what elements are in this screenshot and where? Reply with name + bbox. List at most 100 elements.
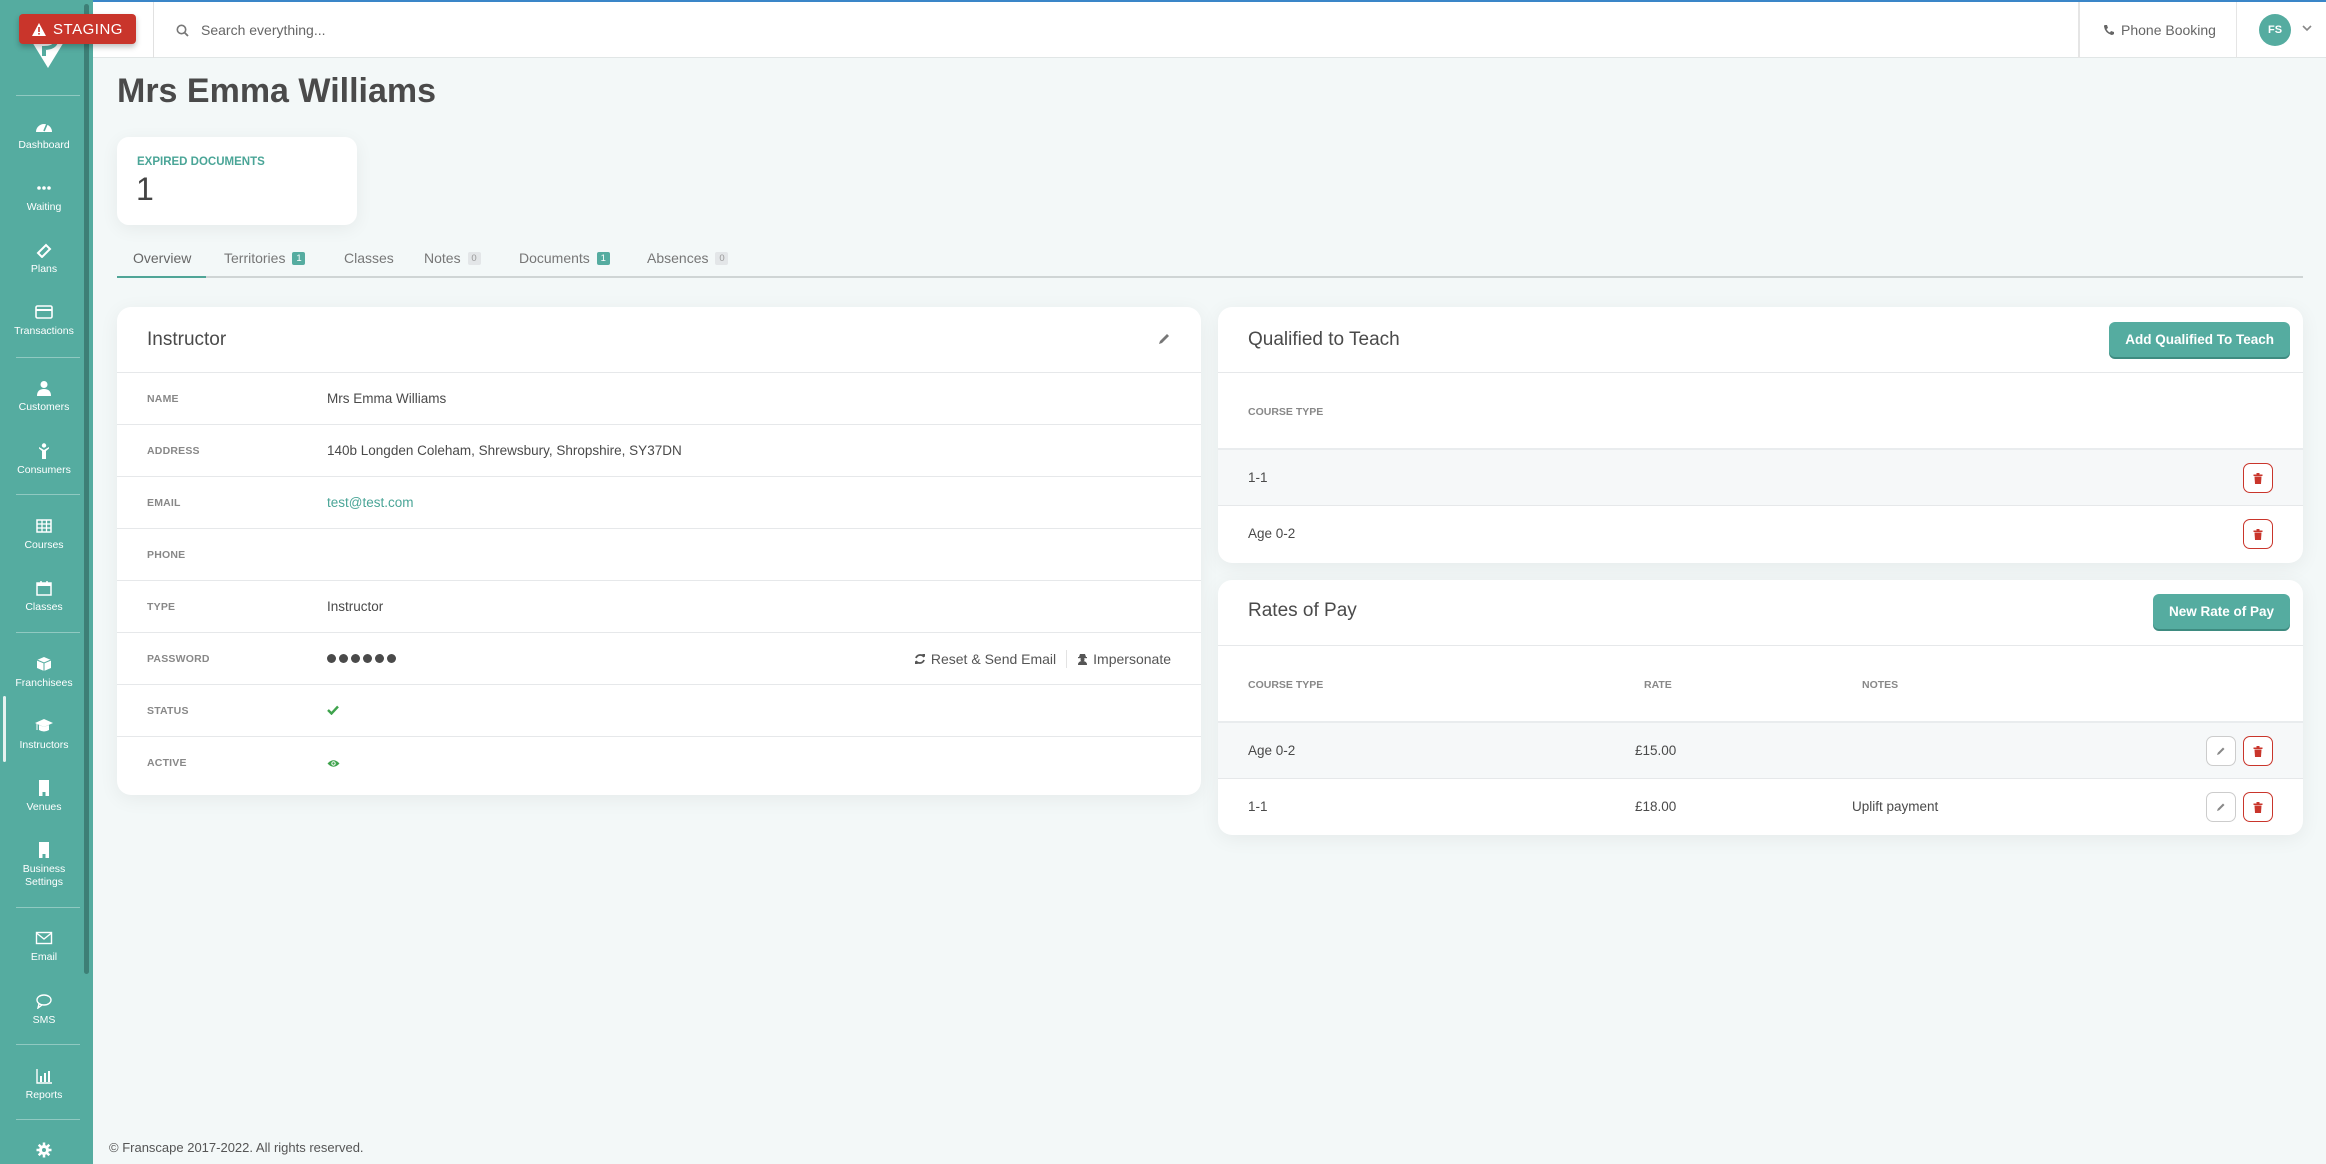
expired-documents-card: EXPIRED DOCUMENTS 1 bbox=[117, 137, 357, 225]
trash-icon bbox=[2253, 528, 2263, 540]
topbar-divider bbox=[153, 2, 154, 58]
delete-button[interactable] bbox=[2243, 792, 2273, 822]
sidebar-item-label: Franchisees bbox=[15, 677, 73, 689]
sidebar-item-courses[interactable]: Courses bbox=[0, 518, 88, 552]
new-rate-of-pay-button[interactable]: New Rate of Pay bbox=[2152, 594, 2290, 629]
field-label: TYPE bbox=[147, 600, 176, 613]
sidebar-item-classes[interactable]: Classes bbox=[0, 580, 88, 614]
sidebar-item-settings[interactable] bbox=[0, 1142, 88, 1163]
tab-notes[interactable]: Notes 0 bbox=[424, 250, 481, 266]
sidebar-item-waiting[interactable]: Waiting bbox=[0, 180, 88, 214]
gear-icon bbox=[36, 1142, 52, 1158]
staging-label: STAGING bbox=[53, 20, 123, 38]
tab-overview[interactable]: Overview bbox=[133, 250, 191, 266]
sidebar: Dashboard Waiting Plans Transactions Cus… bbox=[0, 0, 93, 1164]
user-icon bbox=[37, 381, 51, 396]
field-value: 140b Longden Coleham, Shrewsbury, Shrops… bbox=[327, 443, 682, 458]
user-avatar[interactable]: FS bbox=[2259, 14, 2291, 46]
sidebar-item-consumers[interactable]: Consumers bbox=[0, 443, 88, 477]
reset-label: Reset & Send Email bbox=[930, 650, 1057, 667]
tab-documents[interactable]: Documents 1 bbox=[519, 250, 610, 266]
eye-icon bbox=[327, 759, 340, 767]
sidebar-item-venues[interactable]: Venues bbox=[0, 780, 88, 814]
sidebar-item-label: Transactions bbox=[14, 325, 74, 337]
tab-label: Absences bbox=[647, 250, 709, 266]
sidebar-item-instructors[interactable]: Instructors bbox=[0, 696, 88, 762]
field-label: STATUS bbox=[147, 704, 189, 717]
impersonate-button[interactable]: Impersonate bbox=[1077, 651, 1171, 667]
search-input[interactable] bbox=[201, 22, 901, 38]
sidebar-item-customers[interactable]: Customers bbox=[0, 380, 88, 414]
detail-row-password: PASSWORD Reset & Send Email Impersonate bbox=[117, 633, 1201, 685]
delete-button[interactable] bbox=[2243, 463, 2273, 493]
sidebar-item-label: Reports bbox=[25, 1089, 63, 1101]
field-label: ACTIVE bbox=[147, 757, 187, 769]
sidebar-item-business-settings[interactable]: Business Settings bbox=[0, 842, 88, 889]
table-header: COURSE TYPE RATE NOTES bbox=[1218, 646, 2303, 723]
graduation-cap-icon bbox=[35, 719, 53, 732]
delete-button[interactable] bbox=[2243, 519, 2273, 549]
edit-button[interactable] bbox=[2206, 736, 2236, 766]
trash-icon bbox=[2253, 801, 2263, 813]
action-divider bbox=[1066, 649, 1068, 668]
sidebar-item-plans[interactable]: Plans bbox=[0, 242, 88, 276]
sidebar-item-email[interactable]: Email bbox=[0, 930, 88, 964]
sidebar-item-franchisees[interactable]: Franchisees bbox=[0, 656, 88, 690]
search-icon bbox=[176, 24, 189, 37]
sidebar-item-label: Plans bbox=[30, 263, 58, 275]
sidebar-item-label: Email bbox=[30, 951, 58, 963]
pencil-icon[interactable] bbox=[1157, 332, 1171, 346]
tab-absences[interactable]: Absences 0 bbox=[647, 250, 729, 266]
tab-bar: Overview Territories 1 Classes Notes 0 D… bbox=[117, 245, 2303, 278]
tab-classes[interactable]: Classes bbox=[344, 250, 394, 266]
active-value bbox=[327, 756, 340, 771]
tab-label: Territories bbox=[224, 250, 286, 266]
detail-row-name: NAME Mrs Emma Williams bbox=[117, 373, 1201, 425]
comment-icon bbox=[36, 994, 52, 1009]
delete-button[interactable] bbox=[2243, 736, 2273, 766]
qualified-to-teach-card: Qualified to Teach Add Qualified To Teac… bbox=[1218, 307, 2303, 563]
pencil-icon bbox=[2217, 747, 2225, 755]
reset-send-email-button[interactable]: Reset & Send Email bbox=[914, 651, 1056, 667]
trash-icon bbox=[2253, 472, 2263, 484]
email-link[interactable]: test@test.com bbox=[327, 495, 413, 510]
child-icon bbox=[39, 443, 49, 459]
building-icon bbox=[39, 780, 49, 796]
trash-icon bbox=[2253, 745, 2263, 757]
sidebar-item-dashboard[interactable]: Dashboard bbox=[0, 118, 88, 152]
field-label: EMAIL bbox=[147, 496, 181, 509]
refresh-icon bbox=[914, 653, 925, 664]
instructor-card: Instructor NAME Mrs Emma Williams ADDRES… bbox=[117, 307, 1201, 795]
nav-separator bbox=[16, 494, 80, 495]
sidebar-item-label: SMS bbox=[32, 1014, 56, 1026]
edit-button[interactable] bbox=[2206, 792, 2236, 822]
tachometer-icon bbox=[36, 123, 52, 132]
password-actions: Reset & Send Email Impersonate bbox=[914, 649, 1171, 668]
add-qualified-to-teach-button[interactable]: Add Qualified To Teach bbox=[2109, 322, 2290, 357]
sidebar-item-sms[interactable]: SMS bbox=[0, 993, 88, 1027]
sidebar-item-reports[interactable]: Reports bbox=[0, 1068, 88, 1102]
nav-separator bbox=[16, 1119, 80, 1120]
card-title: Rates of Pay bbox=[1248, 600, 1357, 621]
phone-booking-label: Phone Booking bbox=[2121, 22, 2216, 38]
chevron-down-icon[interactable] bbox=[2302, 24, 2312, 32]
tab-label: Overview bbox=[133, 250, 192, 266]
top-bar: Phone Booking FS bbox=[93, 0, 2326, 58]
sidebar-item-transactions[interactable]: Transactions bbox=[0, 304, 88, 338]
field-label: PASSWORD bbox=[147, 652, 210, 665]
card-header: Instructor bbox=[117, 307, 1201, 373]
phone-booking-button[interactable]: Phone Booking bbox=[2103, 2, 2216, 58]
count-badge: 1 bbox=[596, 251, 610, 265]
topbar-divider bbox=[2236, 2, 2237, 58]
course-type-cell: 1-1 bbox=[1248, 470, 1268, 485]
table-icon bbox=[36, 519, 52, 533]
column-header-course-type: COURSE TYPE bbox=[1248, 679, 1324, 691]
tab-territories[interactable]: Territories 1 bbox=[224, 250, 306, 266]
table-header: COURSE TYPE bbox=[1218, 373, 2303, 450]
sidebar-item-label: Classes bbox=[25, 601, 63, 613]
notes-cell: Uplift payment bbox=[1852, 799, 1939, 814]
warning-icon bbox=[32, 22, 47, 36]
search-box[interactable] bbox=[176, 2, 901, 58]
field-value: Mrs Emma Williams bbox=[327, 391, 447, 406]
active-tab-indicator bbox=[117, 276, 206, 278]
